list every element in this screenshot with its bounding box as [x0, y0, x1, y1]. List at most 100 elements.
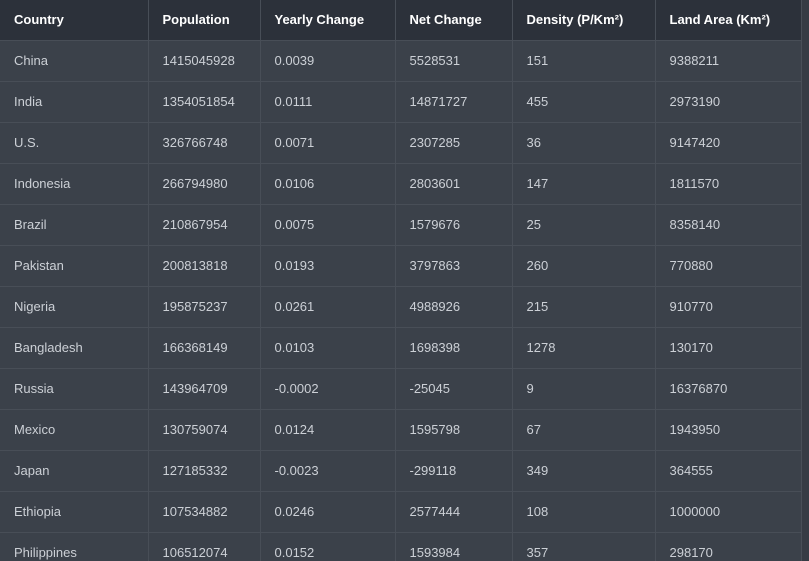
cell-population: 106512074 — [148, 533, 260, 561]
cell-country: Brazil — [0, 205, 148, 246]
cell-country: U.S. — [0, 123, 148, 164]
cell-land-area: 2973190 — [655, 82, 801, 123]
cell-net-change: -299118 — [395, 451, 512, 492]
cell-density: 1278 — [512, 328, 655, 369]
table-row[interactable]: Bangladesh 166368149 0.0103 1698398 1278… — [0, 328, 801, 369]
cell-land-area: 1000000 — [655, 492, 801, 533]
data-table-wrapper: Country Population Yearly Change Net Cha… — [0, 0, 809, 561]
cell-net-change: 2803601 — [395, 164, 512, 205]
cell-population: 143964709 — [148, 369, 260, 410]
column-header-net-change[interactable]: Net Change — [395, 0, 512, 41]
cell-population: 1354051854 — [148, 82, 260, 123]
table-row[interactable]: Nigeria 195875237 0.0261 4988926 215 910… — [0, 287, 801, 328]
population-table: Country Population Yearly Change Net Cha… — [0, 0, 802, 561]
cell-population: 210867954 — [148, 205, 260, 246]
cell-net-change: 1579676 — [395, 205, 512, 246]
table-body: China 1415045928 0.0039 5528531 151 9388… — [0, 41, 801, 561]
table-header-row: Country Population Yearly Change Net Cha… — [0, 0, 801, 41]
cell-density: 25 — [512, 205, 655, 246]
cell-density: 67 — [512, 410, 655, 451]
cell-population: 127185332 — [148, 451, 260, 492]
cell-country: Philippines — [0, 533, 148, 561]
table-row[interactable]: U.S. 326766748 0.0071 2307285 36 9147420 — [0, 123, 801, 164]
cell-net-change: 5528531 — [395, 41, 512, 82]
cell-density: 455 — [512, 82, 655, 123]
cell-country: Russia — [0, 369, 148, 410]
table-row[interactable]: Mexico 130759074 0.0124 1595798 67 19439… — [0, 410, 801, 451]
cell-net-change: 1593984 — [395, 533, 512, 561]
column-header-population[interactable]: Population — [148, 0, 260, 41]
column-header-yearly-change[interactable]: Yearly Change — [260, 0, 395, 41]
cell-yearly-change: 0.0152 — [260, 533, 395, 561]
table-row[interactable]: Brazil 210867954 0.0075 1579676 25 83581… — [0, 205, 801, 246]
cell-land-area: 9147420 — [655, 123, 801, 164]
cell-land-area: 8358140 — [655, 205, 801, 246]
cell-land-area: 298170 — [655, 533, 801, 561]
cell-country: Mexico — [0, 410, 148, 451]
cell-density: 349 — [512, 451, 655, 492]
cell-density: 9 — [512, 369, 655, 410]
cell-land-area: 16376870 — [655, 369, 801, 410]
table-row[interactable]: Philippines 106512074 0.0152 1593984 357… — [0, 533, 801, 561]
table-row[interactable]: China 1415045928 0.0039 5528531 151 9388… — [0, 41, 801, 82]
cell-population: 195875237 — [148, 287, 260, 328]
cell-yearly-change: 0.0075 — [260, 205, 395, 246]
cell-yearly-change: 0.0261 — [260, 287, 395, 328]
table-row[interactable]: Pakistan 200813818 0.0193 3797863 260 77… — [0, 246, 801, 287]
cell-yearly-change: -0.0023 — [260, 451, 395, 492]
cell-net-change: -25045 — [395, 369, 512, 410]
cell-land-area: 910770 — [655, 287, 801, 328]
cell-net-change: 1595798 — [395, 410, 512, 451]
cell-population: 326766748 — [148, 123, 260, 164]
cell-yearly-change: 0.0111 — [260, 82, 395, 123]
cell-density: 215 — [512, 287, 655, 328]
table-row[interactable]: India 1354051854 0.0111 14871727 455 297… — [0, 82, 801, 123]
cell-population: 107534882 — [148, 492, 260, 533]
cell-density: 147 — [512, 164, 655, 205]
table-row[interactable]: Russia 143964709 -0.0002 -25045 9 163768… — [0, 369, 801, 410]
cell-country: Japan — [0, 451, 148, 492]
cell-land-area: 770880 — [655, 246, 801, 287]
cell-density: 36 — [512, 123, 655, 164]
column-header-density[interactable]: Density (P/Km²) — [512, 0, 655, 41]
cell-yearly-change: 0.0071 — [260, 123, 395, 164]
cell-country: Pakistan — [0, 246, 148, 287]
cell-density: 108 — [512, 492, 655, 533]
cell-population: 200813818 — [148, 246, 260, 287]
cell-yearly-change: 0.0124 — [260, 410, 395, 451]
cell-land-area: 130170 — [655, 328, 801, 369]
cell-density: 151 — [512, 41, 655, 82]
cell-density: 357 — [512, 533, 655, 561]
cell-yearly-change: 0.0039 — [260, 41, 395, 82]
cell-land-area: 364555 — [655, 451, 801, 492]
cell-country: Ethiopia — [0, 492, 148, 533]
cell-yearly-change: 0.0246 — [260, 492, 395, 533]
cell-land-area: 1943950 — [655, 410, 801, 451]
cell-net-change: 3797863 — [395, 246, 512, 287]
cell-net-change: 1698398 — [395, 328, 512, 369]
table-row[interactable]: Japan 127185332 -0.0023 -299118 349 3645… — [0, 451, 801, 492]
cell-yearly-change: 0.0193 — [260, 246, 395, 287]
table-header: Country Population Yearly Change Net Cha… — [0, 0, 801, 41]
cell-country: India — [0, 82, 148, 123]
cell-country: Indonesia — [0, 164, 148, 205]
cell-net-change: 4988926 — [395, 287, 512, 328]
cell-density: 260 — [512, 246, 655, 287]
cell-yearly-change: 0.0106 — [260, 164, 395, 205]
cell-land-area: 9388211 — [655, 41, 801, 82]
cell-net-change: 14871727 — [395, 82, 512, 123]
cell-population: 266794980 — [148, 164, 260, 205]
cell-population: 130759074 — [148, 410, 260, 451]
cell-country: Bangladesh — [0, 328, 148, 369]
table-row[interactable]: Ethiopia 107534882 0.0246 2577444 108 10… — [0, 492, 801, 533]
cell-yearly-change: -0.0002 — [260, 369, 395, 410]
cell-net-change: 2307285 — [395, 123, 512, 164]
column-header-country[interactable]: Country — [0, 0, 148, 41]
cell-land-area: 1811570 — [655, 164, 801, 205]
cell-population: 166368149 — [148, 328, 260, 369]
table-row[interactable]: Indonesia 266794980 0.0106 2803601 147 1… — [0, 164, 801, 205]
column-header-land-area[interactable]: Land Area (Km²) — [655, 0, 801, 41]
cell-net-change: 2577444 — [395, 492, 512, 533]
cell-population: 1415045928 — [148, 41, 260, 82]
cell-yearly-change: 0.0103 — [260, 328, 395, 369]
